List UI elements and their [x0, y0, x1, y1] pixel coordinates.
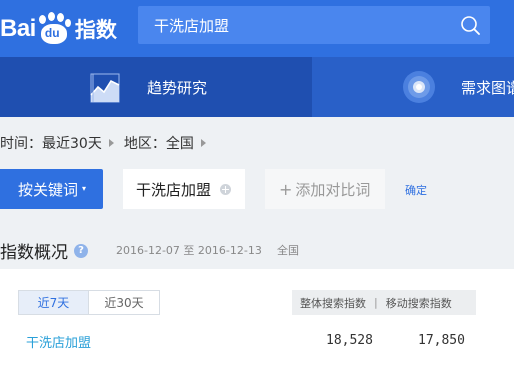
filter-bar: 时间：最近30天 地区：全国	[0, 133, 216, 153]
demand-target-icon	[403, 71, 435, 103]
trend-chart-icon	[90, 73, 120, 103]
keyword-mode-button[interactable]: 按关键词 ▾	[0, 169, 103, 209]
column-separator: |	[374, 296, 378, 309]
time-filter[interactable]: 时间：最近30天	[0, 133, 102, 153]
main-nav: 趋势研究 需求图谱	[0, 57, 514, 117]
triangle-right-icon	[200, 139, 206, 147]
add-circle-icon[interactable]	[220, 183, 232, 195]
confirm-link[interactable]: 确定	[405, 182, 427, 198]
logo-zhishu-text: 指数	[74, 18, 117, 42]
date-range: 2016-12-07 至 2016-12-13	[116, 244, 262, 257]
baidu-index-logo[interactable]: Bai du 指数	[0, 10, 117, 48]
row-keyword-link[interactable]: 干洗店加盟	[26, 332, 91, 351]
paw-icon: du	[37, 12, 73, 46]
column-overall-index: 整体搜索指数	[300, 296, 366, 310]
overview-region: 全国	[277, 244, 299, 257]
add-compare-label: 添加对比词	[295, 180, 371, 199]
keyword-mode-label: 按关键词	[18, 180, 79, 199]
overview-heading: 指数概况 ?	[0, 238, 88, 263]
period-segmented-control: 近7天 近30天	[18, 290, 160, 315]
overview-title: 指数概况	[0, 243, 68, 263]
logo-du-text: du	[44, 26, 60, 40]
add-compare-button[interactable]: + 添加对比词	[265, 169, 385, 209]
row-mobile-value: 17,850	[418, 333, 465, 348]
search-box[interactable]: 干洗店加盟	[138, 6, 490, 44]
tab-label-demand: 需求图谱	[461, 79, 514, 97]
logo-bai-text: Bai	[0, 15, 36, 42]
search-icon[interactable]	[460, 15, 480, 35]
tab-trend-research[interactable]: 趋势研究	[0, 57, 312, 117]
column-headers: 整体搜索指数 | 移动搜索指数	[292, 290, 476, 315]
segment-30-days[interactable]: 近30天	[89, 291, 159, 314]
plus-icon: +	[279, 179, 293, 199]
overview-panel: 近7天 近30天 整体搜索指数 | 移动搜索指数 干洗店加盟 18,528 17…	[0, 269, 514, 378]
keyword-tag[interactable]: 干洗店加盟	[123, 169, 245, 209]
column-mobile-index: 移动搜索指数	[385, 296, 452, 310]
segment-7-days[interactable]: 近7天	[19, 291, 89, 314]
help-icon[interactable]: ?	[74, 243, 88, 258]
region-filter[interactable]: 地区：全国	[124, 133, 194, 153]
keyword-tag-label: 干洗店加盟	[136, 180, 212, 199]
search-input[interactable]: 干洗店加盟	[154, 15, 229, 36]
row-overall-value: 18,528	[326, 333, 373, 348]
top-header: Bai du 指数 干洗店加盟	[0, 0, 514, 57]
tab-label-trend: 趋势研究	[147, 79, 208, 97]
triangle-right-icon	[108, 139, 114, 147]
caret-down-icon: ▾	[82, 183, 87, 193]
